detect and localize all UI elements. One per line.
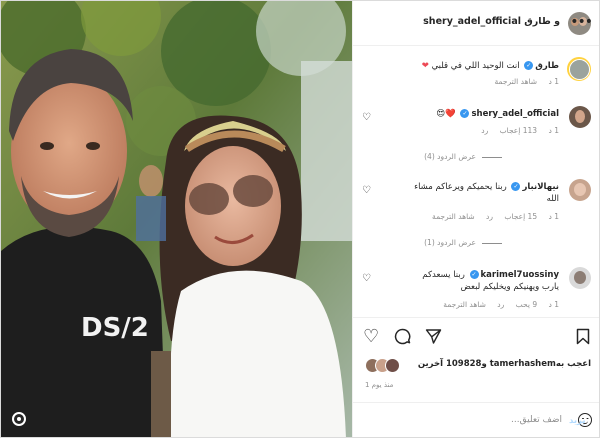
caption-text: انت الوحيد اللي في قلبي: [431, 61, 520, 71]
post-header: shery_adel_official و طارق •••: [353, 1, 599, 46]
more-options-icon[interactable]: •••: [570, 15, 593, 29]
comment-see-translation[interactable]: شاهد الترجمة: [432, 212, 475, 221]
comment-username[interactable]: shery_adel_official: [471, 109, 559, 119]
comment-time: 1 د: [548, 212, 559, 221]
caption-time: 1 د: [548, 77, 559, 86]
comment-likes[interactable]: 15 إعجاب: [504, 212, 537, 221]
post-comment-button[interactable]: يريد: [569, 416, 586, 426]
comment-likes[interactable]: 9 يحب: [516, 300, 537, 309]
comment-item: 😍❤️ ✓ shery_adel_official 1 د 113 إعجاب ر…: [353, 106, 599, 166]
caption-avatar[interactable]: [567, 57, 591, 81]
comment-username[interactable]: نيهالانبار: [522, 182, 559, 192]
post-dialog: DS/2 shery_adel_official و طارق ••• طارق…: [0, 0, 600, 438]
comment-username[interactable]: karimel7uossiny: [481, 270, 559, 280]
comment-time: 1 د: [548, 300, 559, 309]
likes-summary[interactable]: اعجب بهtamerhashem و109828 آخرين: [418, 359, 591, 369]
commenter-avatar[interactable]: [569, 179, 591, 201]
caption-meta: 1 د شاهد الترجمة: [485, 77, 559, 86]
comment-text-row: karimel7uossiny✓ ربنا يسعدكم يارب ويهنيك…: [409, 269, 559, 293]
replies-divider: [482, 242, 502, 244]
paper-plane-icon: [425, 329, 442, 344]
save-icon[interactable]: [576, 328, 590, 349]
comment-meta: 1 د 15 إعجاب رد شاهد الترجمة: [423, 212, 559, 221]
comment-item: نيهالانبار✓ ربنا يحميكم ويرعاكم مشاء الل…: [353, 179, 599, 249]
heart-emoji-icon: ❤: [421, 61, 429, 71]
caption-text-row: طارق✓ انت الوحيد اللي في قلبي ❤: [422, 60, 559, 72]
verified-icon: ✓: [511, 182, 521, 191]
like-icon[interactable]: ♡: [363, 328, 379, 346]
comment-input[interactable]: اضف تعليق...: [511, 415, 562, 425]
comment-likes[interactable]: 113 إعجاب: [500, 126, 537, 135]
verified-icon: ✓: [460, 109, 470, 118]
add-comment-bar: اضف تعليق... يريد: [353, 402, 599, 437]
post-date: منذ يوم 1: [365, 381, 394, 389]
action-bar: ♡: [353, 317, 599, 357]
post-authors[interactable]: shery_adel_official و طارق: [423, 16, 560, 27]
verified-icon: ✓: [524, 61, 534, 70]
bookmark-icon: [576, 328, 590, 345]
tagged-user-icon[interactable]: [12, 412, 26, 426]
view-replies-label: عرض الردود (1): [424, 238, 476, 247]
comment-reply[interactable]: رد: [481, 126, 488, 135]
verified-icon: ✓: [469, 270, 479, 279]
comment-bubble-icon: [394, 328, 411, 345]
comment-icon[interactable]: [394, 328, 411, 349]
comment-item: karimel7uossiny✓ ربنا يسعدكم يارب ويهنيك…: [353, 267, 599, 317]
post-sidebar: shery_adel_official و طارق ••• طارق✓ انت…: [352, 1, 599, 437]
comment-reply[interactable]: رد: [497, 300, 504, 309]
view-replies[interactable]: عرض الردود (4): [424, 152, 502, 161]
comment-meta: 1 د 9 يحب رد شاهد الترجمة: [434, 300, 559, 309]
view-replies-label: عرض الردود (4): [424, 152, 476, 161]
comment-time: 1 د: [548, 126, 559, 135]
liker-avatar[interactable]: [385, 358, 400, 373]
replies-divider: [482, 156, 502, 158]
comment-like-icon[interactable]: ♡: [362, 186, 371, 196]
commenter-avatar[interactable]: [569, 106, 591, 128]
commenter-avatar[interactable]: [569, 267, 591, 289]
comment-reply[interactable]: رد: [486, 212, 493, 221]
view-replies[interactable]: عرض الردود (1): [424, 238, 502, 247]
share-icon[interactable]: [425, 328, 442, 349]
comment-like-icon[interactable]: ♡: [362, 113, 371, 123]
comment-text-row: 😍❤️ ✓ shery_adel_official: [436, 108, 559, 120]
svg-text:DS/2: DS/2: [81, 313, 149, 343]
comment-meta: 1 د 113 إعجاب رد: [472, 126, 559, 135]
couple-photo: DS/2: [1, 1, 352, 437]
comment-see-translation[interactable]: شاهد الترجمة: [443, 300, 486, 309]
caption: طارق✓ انت الوحيد اللي في قلبي ❤ 1 د شاهد…: [353, 57, 599, 97]
comment-text: 😍❤️: [436, 109, 456, 119]
caption-see-translation[interactable]: شاهد الترجمة: [494, 77, 537, 86]
comment-text-row: نيهالانبار✓ ربنا يحميكم ويرعاكم مشاء الل…: [409, 181, 559, 205]
comment-like-icon[interactable]: ♡: [362, 274, 371, 284]
caption-username[interactable]: طارق: [535, 61, 559, 71]
post-photo[interactable]: DS/2: [1, 1, 352, 437]
